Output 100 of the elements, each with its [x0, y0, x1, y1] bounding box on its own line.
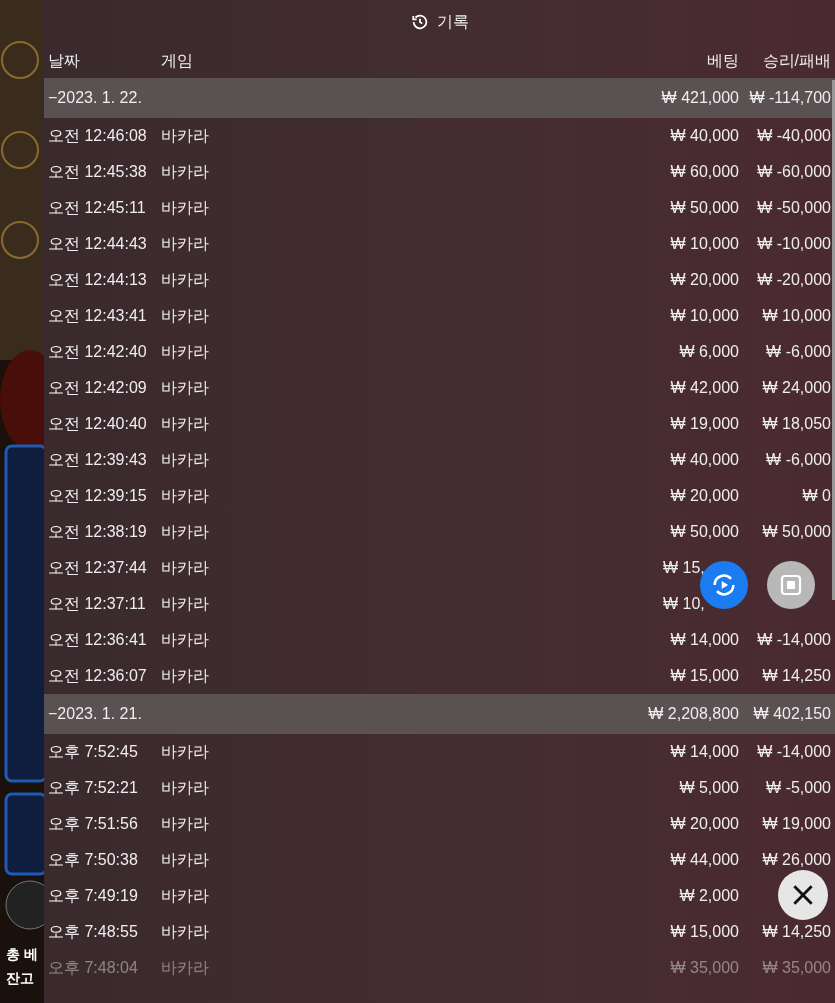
result-cell: ₩ -50,000 — [757, 199, 831, 216]
column-header: 베팅 — [707, 52, 739, 69]
game-cell: 바카라 — [161, 307, 209, 324]
game-cell: 바카라 — [161, 743, 209, 760]
time-cell: 오전 12:44:43 — [48, 235, 147, 252]
time-cell: 오전 12:45:38 — [48, 163, 147, 180]
time-cell: 오전 12:43:41 — [48, 307, 147, 324]
game-cell: 바카라 — [161, 923, 209, 940]
column-header: 날짜 — [48, 52, 80, 69]
game-cell: 바카라 — [161, 343, 209, 360]
stop-icon — [779, 573, 803, 597]
bet-total: ₩ 2,208,800 — [648, 705, 739, 722]
time-cell: 오전 12:39:43 — [48, 451, 147, 468]
result-cell: ₩ 18,050 — [762, 415, 831, 432]
bet-cell: ₩ 50,000 — [670, 523, 739, 540]
bet-total: ₩ 421,000 — [661, 89, 739, 106]
time-cell: 오전 12:38:19 — [48, 523, 147, 540]
result-cell: ₩ -6,000 — [766, 343, 831, 360]
result-cell: ₩ -20,000 — [757, 271, 831, 288]
history-icon — [410, 13, 429, 31]
time-cell: 오전 12:42:40 — [48, 343, 147, 360]
bet-cell: ₩ 60,000 — [670, 163, 739, 180]
result-cell: ₩ -5,000 — [766, 779, 831, 796]
time-cell: 오후 7:48:55 — [48, 923, 138, 940]
bet-cell-text: ₩ 10, — [663, 594, 706, 614]
time-cell: 오전 12:36:07 — [48, 667, 147, 684]
time-cell: 오후 7:52:21 — [48, 779, 138, 796]
game-cell: 바카라 — [161, 559, 209, 576]
result-cell: ₩ 26,000 — [762, 851, 831, 868]
bet-cell: ₩ 10,000 — [670, 307, 739, 324]
time-cell: 오후 7:52:45 — [48, 743, 138, 760]
column-header: 승리/패배 — [762, 52, 831, 69]
game-cell: 바카라 — [161, 887, 209, 904]
time-cell: 오전 12:44:13 — [48, 271, 147, 288]
bet-cell: ₩ 20,000 — [670, 815, 739, 832]
result-total: ₩ -114,700 — [749, 89, 831, 106]
time-cell: 오전 12:46:08 — [48, 127, 147, 144]
game-cell: 바카라 — [161, 523, 209, 540]
result-cell: ₩ 50,000 — [762, 523, 831, 540]
time-cell: 오후 7:49:19 — [48, 887, 138, 904]
result-cell: ₩ 24,000 — [762, 379, 831, 396]
result-cell: ₩ 14,250 — [762, 667, 831, 684]
column-header: 게임 — [161, 52, 193, 69]
game-cell: 바카라 — [161, 631, 209, 648]
game-cell: 바카라 — [161, 959, 209, 976]
time-cell: 오전 12:36:41 — [48, 631, 147, 648]
date-heading: −2023. 1. 21. — [48, 705, 142, 722]
bet-cell: ₩ 15,000 — [670, 667, 739, 684]
time-cell: 오후 7:48:04 — [48, 959, 138, 976]
result-cell: ₩ -60,000 — [757, 163, 831, 180]
bet-cell: ₩ 5,000 — [679, 779, 739, 796]
bet-cell: ₩ 20,000 — [670, 271, 739, 288]
bet-cell: ₩ 14,000 — [670, 631, 739, 648]
panel-title: 기록 — [436, 12, 469, 32]
result-cell: ₩ 35,000 — [762, 959, 831, 976]
game-cell: 바카라 — [161, 815, 209, 832]
game-cell: 바카라 — [161, 667, 209, 684]
time-cell: 오전 12:37:44 — [48, 559, 147, 576]
bet-cell: ₩ 20,000 — [670, 487, 739, 504]
result-cell: ₩ 0 — [802, 487, 831, 504]
game-cell: 바카라 — [161, 271, 209, 288]
bet-cell: ₩ 42,000 — [670, 379, 739, 396]
game-cell: 바카라 — [161, 451, 209, 468]
time-cell: 오전 12:37:11 — [48, 595, 146, 612]
background-label: 잔고 — [6, 969, 34, 988]
game-cell: 바카라 — [161, 199, 209, 216]
time-cell: 오후 7:50:38 — [48, 851, 138, 868]
result-cell: ₩ -14,000 — [757, 631, 831, 648]
replay-icon — [710, 571, 738, 599]
result-cell: ₩ 10,000 — [762, 307, 831, 324]
bet-cell: ₩ 6,000 — [679, 343, 739, 360]
bet-cell: ₩ 14,000 — [670, 743, 739, 760]
game-cell: 바카라 — [161, 851, 209, 868]
game-cell: 바카라 — [161, 163, 209, 180]
bet-cell: ₩ 40,000 — [670, 451, 739, 468]
bet-cell: ₩ 44,000 — [670, 851, 739, 868]
bet-cell: ₩ 15,000 — [670, 923, 739, 940]
result-cell: ₩ -14,000 — [757, 743, 831, 760]
game-cell: 바카라 — [161, 379, 209, 396]
game-cell: 바카라 — [161, 235, 209, 252]
time-cell: 오전 12:39:15 — [48, 487, 147, 504]
time-cell: 오전 12:40:40 — [48, 415, 147, 432]
result-cell: ₩ -6,000 — [766, 451, 831, 468]
background-label: 총 베 — [6, 945, 38, 964]
bet-cell: ₩ 19,000 — [670, 415, 739, 432]
game-cell: 바카라 — [161, 487, 209, 504]
bet-cell-text: ₩ 15, — [663, 558, 706, 578]
bet-cell: ₩ 10,000 — [670, 235, 739, 252]
result-total: ₩ 402,150 — [753, 705, 831, 722]
time-cell: 오전 12:42:09 — [48, 379, 147, 396]
game-cell: 바카라 — [161, 779, 209, 796]
bet-cell: ₩ 50,000 — [670, 199, 739, 216]
bet-cell: ₩ 2,000 — [679, 887, 739, 904]
game-cell: 바카라 — [161, 595, 209, 612]
result-cell: ₩ -40,000 — [757, 127, 831, 144]
date-heading: −2023. 1. 22. — [48, 89, 142, 106]
result-cell: ₩ 19,000 — [762, 815, 831, 832]
game-cell: 바카라 — [161, 415, 209, 432]
bet-cell: ₩ 40,000 — [670, 127, 739, 144]
bet-cell: ₩ 35,000 — [670, 959, 739, 976]
